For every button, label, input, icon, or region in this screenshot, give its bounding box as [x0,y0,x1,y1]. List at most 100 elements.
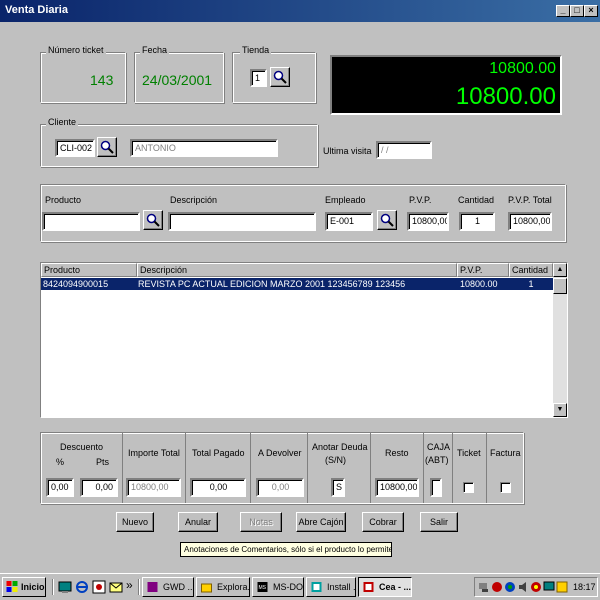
anotar-deuda-sub: (S/N) [325,455,346,465]
task-install-label: Install ... [327,582,356,592]
tray-monitor-icon[interactable] [543,581,555,593]
ticket-checkbox[interactable] [463,482,474,493]
start-button[interactable]: Inicio [2,577,46,597]
cliente-code-input[interactable]: CLI-002 [55,139,95,157]
task-cea[interactable]: Cea - ... [358,577,412,597]
divider [185,433,186,503]
display-line2: 10800.00 [455,83,556,110]
task-explorer-label: Explora... [217,582,250,592]
outlook-icon[interactable] [109,580,123,594]
grid-header-cantidad[interactable]: Cantidad [509,263,553,277]
tray-antivirus-icon[interactable] [491,581,503,593]
descuento-pct-label: % [56,457,65,467]
cea-app-icon [363,582,374,592]
start-label: Inicio [21,582,45,592]
scroll-up-button[interactable]: ▲ [553,263,567,277]
internet-explorer-icon[interactable] [75,580,89,594]
task-install[interactable]: Install ... [306,577,356,597]
app-icon [147,582,158,592]
empleado-label: Empleado [325,195,366,205]
tray-app-icon[interactable] [556,581,568,593]
grid-header-descripcion[interactable]: Descripción [137,263,457,277]
svg-text:MS: MS [259,585,267,591]
vertical-scrollbar[interactable]: ▲ ▼ [553,263,567,417]
display-line1: 10800.00 [489,60,556,77]
tray-speaker-icon[interactable] [517,581,529,593]
anotar-deuda-label: Anotar Deuda [312,442,368,452]
empleado-input[interactable]: E-001 [325,212,373,231]
abre-cajon-button[interactable]: Abre Cajón [296,512,346,532]
a-devolver-field: 0,00 [256,478,304,497]
descuento-label: Descuento [60,442,104,452]
ultima-visita-field[interactable]: / / [376,141,432,159]
ticket-checkbox-label: Ticket [457,448,481,458]
task-gwd-label: GWD ... [163,582,194,592]
tooltip: Anotaciones de Comentarios, sólo si el p… [180,542,392,557]
maximize-button[interactable]: □ [570,5,584,17]
cell-cantidad: 1 [528,279,534,289]
pvp-input[interactable]: 10800,00 [407,212,449,231]
product-grid[interactable]: Producto Descripción P.V.P. Cantidad 842… [40,262,568,418]
descuento-pct-input[interactable]: 0,00 [46,478,74,497]
importe-total-field: 10800,00 [126,478,181,497]
cobrar-button[interactable]: Cobrar [362,512,404,532]
scroll-down-button[interactable]: ▼ [553,403,567,417]
magnifier-icon [100,140,114,154]
factura-checkbox[interactable] [500,482,511,493]
install-icon [311,582,322,592]
system-tray: 18:17 [474,577,598,597]
channels-icon[interactable] [92,580,106,594]
factura-checkbox-label: Factura [490,448,521,458]
clock: 18:17 [573,582,596,592]
tienda-label: Tienda [240,45,272,55]
pvp-total-input[interactable]: 10800,00 [508,212,552,231]
tienda-input[interactable]: 1 [250,69,267,87]
tray-scheduler-icon[interactable] [530,581,542,593]
salir-button[interactable]: Salir [420,512,458,532]
task-explorer[interactable]: Explora... [196,577,250,597]
task-msdos-label: MS-DOS [273,582,303,592]
magnifier-icon [380,213,394,227]
tray-network-icon[interactable] [478,581,490,593]
divider [122,433,123,503]
caja-sub: (ABT) [425,455,449,465]
descuento-pts-input[interactable]: 0,00 [80,478,118,497]
grid-header-pvp[interactable]: P.V.P. [457,263,509,277]
tienda-search-button[interactable] [270,67,290,87]
producto-search-button[interactable] [143,210,163,230]
cell-pvp: 10800.00 [460,279,498,289]
nuevo-button[interactable]: Nuevo [116,512,154,532]
total-pagado-input[interactable]: 0,00 [190,478,246,497]
divider [52,579,54,595]
close-button[interactable]: × [584,5,598,17]
scroll-thumb[interactable] [553,278,567,294]
price-display: 10800.00 10800.00 [330,55,562,115]
notas-button[interactable]: Notas [240,512,282,532]
anular-button[interactable]: Anular [178,512,218,532]
task-msdos[interactable]: MS MS-DOS [252,577,304,597]
minimize-button[interactable]: _ [556,5,570,17]
task-gwd[interactable]: GWD ... [142,577,194,597]
anotar-deuda-input[interactable]: S [331,478,345,497]
cliente-search-button[interactable] [97,137,117,157]
empleado-search-button[interactable] [377,210,397,230]
resto-field: 10800,00 [375,478,419,497]
divider [250,433,251,503]
grid-header-producto[interactable]: Producto [41,263,137,277]
quicklaunch-chevron-icon[interactable]: » [126,578,133,592]
resto-label: Resto [385,448,409,458]
descripcion-input[interactable] [168,212,316,231]
table-row[interactable]: 8424094900015 REVISTA PC ACTUAL EDICION … [41,278,553,290]
a-devolver-label: A Devolver [258,448,302,458]
ultima-visita-label: Ultima visita [323,146,372,156]
total-pagado-label: Total Pagado [192,448,245,458]
pvp-label: P.V.P. [409,195,432,205]
ticket-label: Número ticket [46,45,106,55]
producto-input[interactable] [42,212,140,231]
tray-globe-icon[interactable] [504,581,516,593]
cantidad-input[interactable]: 1 [459,212,495,231]
title-bar: Venta Diaria _ □ × [0,0,600,22]
caja-input[interactable] [430,478,442,497]
divider [423,433,424,503]
desktop-icon[interactable] [58,580,72,594]
